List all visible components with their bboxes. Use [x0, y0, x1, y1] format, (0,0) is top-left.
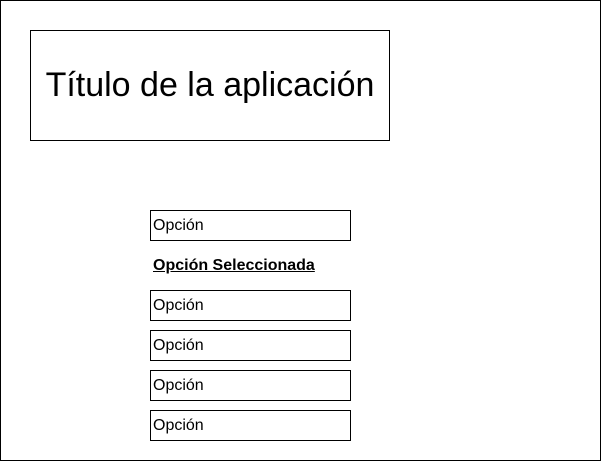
menu-option-label: Opción — [153, 416, 204, 434]
menu-option-selected[interactable]: Opción Seleccionada — [150, 250, 351, 281]
menu-option-4[interactable]: Opción — [150, 330, 351, 361]
menu-option-6[interactable]: Opción — [150, 410, 351, 441]
menu-option-label: Opción — [153, 216, 204, 234]
app-title: Título de la aplicación — [45, 66, 375, 104]
menu-option-label: Opción Seleccionada — [153, 256, 315, 274]
app-title-box: Título de la aplicación — [30, 30, 390, 141]
app-screen: Título de la aplicación Opción Opción Se… — [0, 0, 601, 461]
menu-option-label: Opción — [153, 376, 204, 394]
menu-option-1[interactable]: Opción — [150, 210, 351, 241]
menu-option-3[interactable]: Opción — [150, 290, 351, 321]
menu-option-label: Opción — [153, 296, 204, 314]
menu-option-5[interactable]: Opción — [150, 370, 351, 401]
menu-option-label: Opción — [153, 336, 204, 354]
